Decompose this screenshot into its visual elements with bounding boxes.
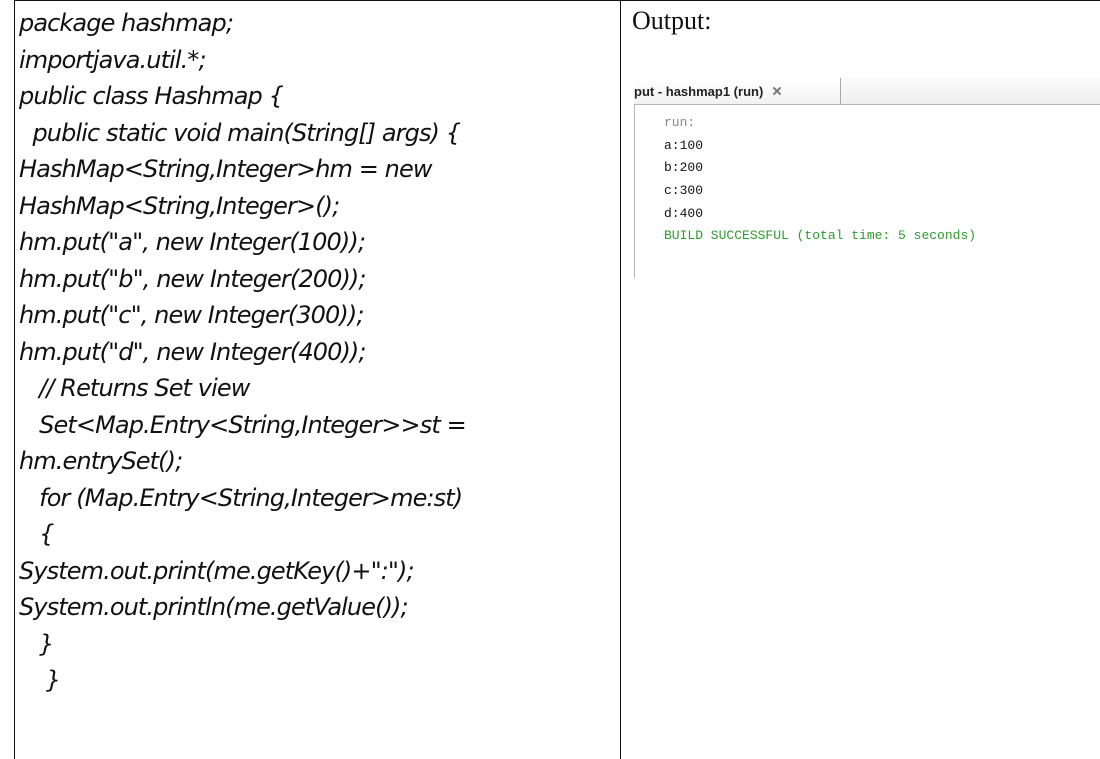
code-line: for (Map.Entry<String,Integer>me:st): [19, 483, 463, 512]
code-line: hm.put("b", new Integer(200));: [19, 264, 366, 293]
ide-tab-bar: put - hashmap1 (run): [634, 78, 1100, 105]
code-line: public class Hashmap {: [19, 82, 284, 110]
console-output-line: b:200: [664, 160, 704, 176]
code-line: hm.put("c", new Integer(300));: [19, 301, 364, 329]
code-line: hm.put("a", new Integer(100));: [19, 228, 366, 256]
code-line: }: [19, 629, 54, 658]
document-table: package hashmap; importjava.util.*; publ…: [0, 0, 1100, 759]
tab-output-run[interactable]: put - hashmap1 (run): [634, 78, 841, 104]
output-heading: Output:: [632, 6, 712, 35]
console-build-status: BUILD SUCCESSFUL (total time: 5 seconds): [664, 228, 977, 244]
code-listing: package hashmap; importjava.util.*; publ…: [19, 5, 467, 699]
console-output-line: d:400: [664, 205, 704, 221]
code-line: hm.entrySet();: [19, 447, 183, 475]
code-line: importjava.util.*;: [19, 45, 207, 74]
code-line: System.out.print(me.getKey()+":");: [19, 556, 415, 585]
ide-output-window: put - hashmap1 (run) run: a:100 b:200 c:…: [634, 78, 1100, 278]
code-line: HashMap<String,Integer>hm = new: [19, 155, 432, 183]
console-output-line: a:100: [664, 137, 704, 153]
code-cell: package hashmap; importjava.util.*; publ…: [14, 0, 621, 759]
code-line: public static void main(String[] args) {: [19, 118, 461, 147]
console-lines: run: a:100 b:200 c:300 d:400 BUILD SUCCE…: [664, 112, 976, 248]
tab-label: put - hashmap1 (run): [634, 83, 764, 99]
ide-console[interactable]: run: a:100 b:200 c:300 d:400 BUILD SUCCE…: [634, 105, 1100, 278]
code-line: System.out.println(me.getValue());: [19, 593, 409, 621]
code-line: package hashmap;: [19, 9, 234, 37]
code-line: {: [19, 520, 54, 548]
console-output-line: c:300: [664, 183, 704, 199]
console-run-label: run:: [664, 115, 696, 130]
code-line: // Returns Set view: [19, 374, 250, 402]
code-line: Set<Map.Entry<String,Integer>>st =: [19, 410, 467, 439]
code-line: HashMap<String,Integer>();: [19, 191, 340, 220]
close-icon[interactable]: [772, 86, 782, 96]
code-line: }: [19, 666, 61, 694]
code-line: hm.put("d", new Integer(400));: [19, 337, 366, 366]
